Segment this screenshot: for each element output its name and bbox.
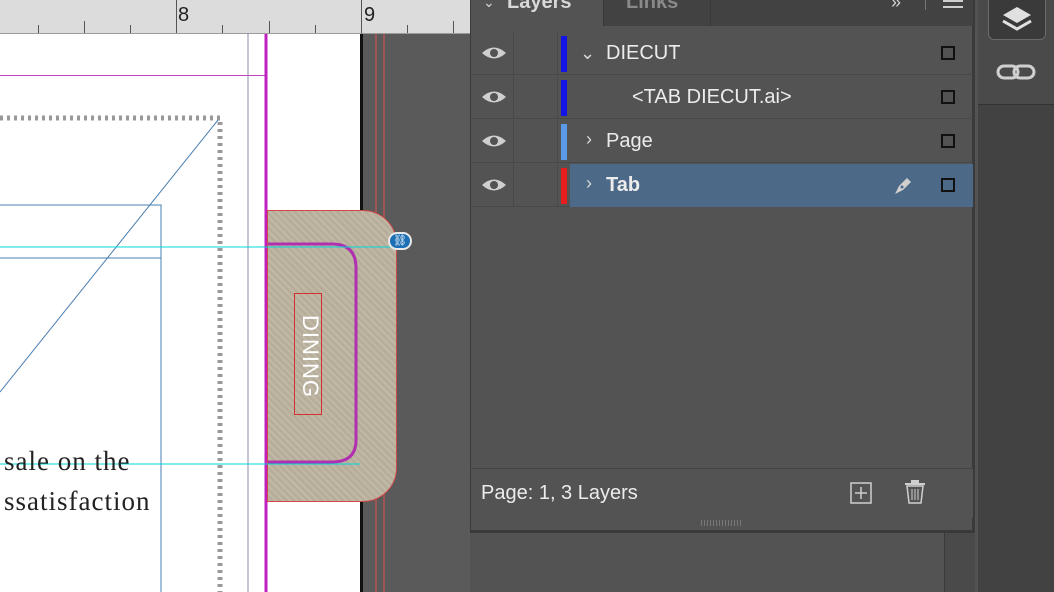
link-badge-icon[interactable]: ⛓	[388, 232, 412, 250]
layer-color-swatch	[561, 36, 567, 72]
layer-name-area[interactable]: › Page	[570, 120, 973, 163]
ruler-minor-tick	[315, 25, 316, 33]
eye-icon[interactable]	[479, 42, 509, 64]
ruler-minor-tick	[453, 21, 454, 33]
layer-name: Page	[606, 130, 653, 152]
tab-links[interactable]: Links	[604, 0, 711, 26]
ruler-minor-tick	[84, 21, 85, 33]
layer-name-area[interactable]: <TAB DIECUT.ai>	[570, 76, 973, 119]
body-text-line-1: sale on the	[4, 446, 131, 476]
lock-toggle[interactable]	[513, 120, 558, 163]
eye-icon[interactable]	[479, 86, 509, 108]
layer-name: <TAB DIECUT.ai>	[632, 86, 792, 108]
ruler-minor-tick	[130, 25, 131, 33]
resize-grip[interactable]	[701, 520, 741, 526]
new-layer-icon[interactable]	[849, 481, 873, 505]
select-layer-square[interactable]	[941, 178, 955, 192]
tab-divider	[925, 0, 926, 10]
tab-links-label: Links	[626, 0, 679, 13]
ruler-major-tick	[361, 0, 362, 33]
dining-text: DINING	[298, 315, 323, 398]
ruler-minor-tick	[222, 25, 223, 33]
lock-toggle[interactable]	[513, 164, 558, 207]
select-layer-square[interactable]	[941, 134, 955, 148]
layers-panel: ⌄ Layers Links » ⌄ DIECUT <TAB DIECUT.ai…	[470, 0, 975, 533]
lock-toggle[interactable]	[513, 76, 558, 119]
chevron-right-icon[interactable]: ›	[586, 129, 592, 150]
vertical-scrollbar[interactable]	[944, 533, 975, 592]
layer-color-swatch	[561, 168, 567, 204]
ruler-label-9: 9	[364, 4, 376, 26]
ruler-major-tick	[176, 0, 177, 33]
eye-icon[interactable]	[479, 174, 509, 196]
layers-dock-button[interactable]	[988, 0, 1046, 40]
panel-tab-bar: ⌄ Layers Links »	[471, 0, 973, 26]
layer-row-tab-diecut-ai[interactable]: <TAB DIECUT.ai>	[473, 76, 973, 119]
tab-layers-label: Layers	[507, 0, 572, 13]
ruler-minor-tick	[407, 25, 408, 33]
ruler-label-8: 8	[178, 4, 190, 26]
layer-name-area[interactable]: ⌄ DIECUT	[570, 32, 973, 75]
layer-row-diecut[interactable]: ⌄ DIECUT	[473, 32, 973, 75]
chevron-right-icon[interactable]: ›	[586, 173, 592, 194]
layer-name: Tab	[606, 174, 641, 196]
body-text-line-2: ssatisfaction	[4, 486, 151, 516]
layer-count-status: Page: 1, 3 Layers	[481, 482, 638, 504]
layer-row-tab[interactable]: › Tab	[473, 164, 973, 207]
ruler-minor-tick	[38, 25, 39, 33]
tab-layers[interactable]: ⌄ Layers	[471, 0, 604, 26]
layer-name: DIECUT	[606, 42, 681, 64]
lock-toggle[interactable]	[513, 32, 558, 75]
collapse-panel-icon[interactable]: »	[891, 0, 901, 13]
select-layer-square[interactable]	[941, 90, 955, 104]
trash-icon[interactable]	[903, 479, 927, 505]
pen-icon	[895, 178, 911, 194]
collapse-chevron-icon[interactable]: ⌄	[483, 0, 495, 11]
horizontal-ruler[interactable]: 8 9	[0, 0, 470, 34]
layer-color-swatch	[561, 80, 567, 116]
eye-icon[interactable]	[479, 130, 509, 152]
layer-row-page[interactable]: › Page	[473, 120, 973, 163]
links-icon[interactable]	[996, 60, 1036, 84]
chevron-down-icon[interactable]: ⌄	[580, 43, 595, 64]
layers-stack-icon	[1002, 7, 1032, 31]
ruler-minor-tick	[269, 21, 270, 33]
panel-footer: Page: 1, 3 Layers	[471, 468, 973, 518]
layer-color-swatch	[561, 124, 567, 160]
layer-name-area[interactable]: › Tab	[570, 164, 973, 207]
panel-menu-icon[interactable]	[943, 0, 963, 12]
select-layer-square[interactable]	[941, 46, 955, 60]
